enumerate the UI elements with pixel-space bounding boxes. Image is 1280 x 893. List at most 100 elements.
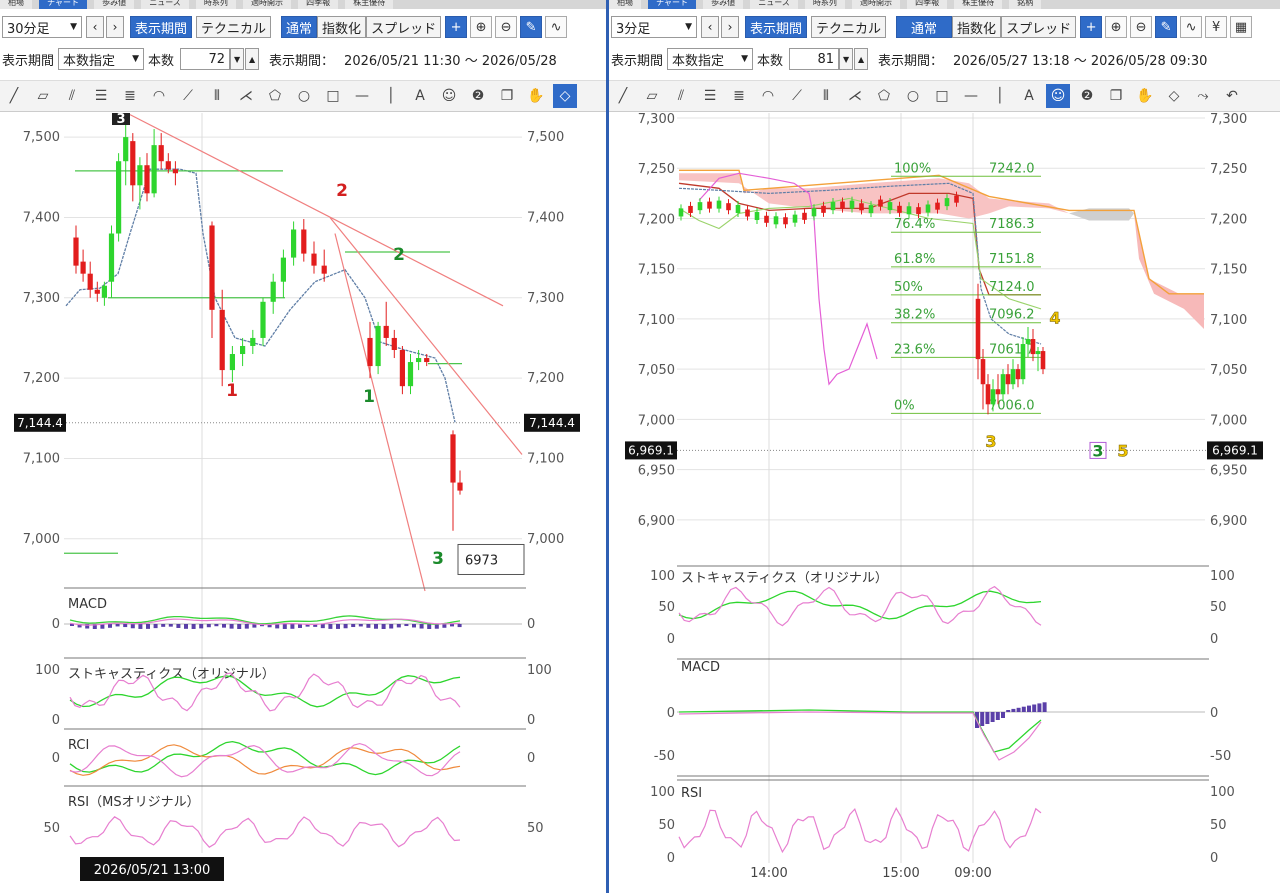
right-chart-area[interactable]: 6,900 6,900 6,950 6,950 7,000 7,000 7,050 7,050… xyxy=(609,113,1280,893)
crosshair-plus-icon[interactable]: + xyxy=(445,16,468,38)
tab-disclosure[interactable]: 適時開示 xyxy=(243,0,291,9)
yen-icon[interactable]: ¥ xyxy=(1205,16,1228,38)
text-icon[interactable]: A xyxy=(1017,84,1041,108)
fan-icon[interactable]: ◠ xyxy=(756,84,780,108)
tab-shikiho[interactable]: 四季報 xyxy=(907,0,948,9)
macd-histogram-bar xyxy=(442,624,447,628)
ruler-icon[interactable]: ▱ xyxy=(31,84,55,108)
multi-lines-icon[interactable]: ≣ xyxy=(118,84,142,108)
tab-quote[interactable]: 相場 xyxy=(0,0,32,9)
zoom-out-icon[interactable]: ⊖ xyxy=(1130,16,1153,38)
next-button[interactable]: › xyxy=(106,16,124,38)
timeframe-select[interactable]: 3分足 ▼ xyxy=(611,16,697,38)
horizontal-lines-icon[interactable]: ☰ xyxy=(698,84,722,108)
count-down-icon[interactable]: ▼ xyxy=(230,48,245,70)
tab-timeseries[interactable]: 時系列 xyxy=(195,0,236,9)
pentagon-icon[interactable]: ⬠ xyxy=(263,84,287,108)
tab-stock[interactable]: 銘柄 xyxy=(1009,0,1042,9)
tab-news[interactable]: ニュース xyxy=(141,0,189,9)
tab-chart[interactable]: チャート xyxy=(39,0,88,9)
undo-icon[interactable]: ↶ xyxy=(1220,84,1244,108)
tab-benefits[interactable]: 株主優待 xyxy=(954,0,1003,9)
pentagon-icon[interactable]: ⬠ xyxy=(872,84,896,108)
hline-icon[interactable]: — xyxy=(350,84,374,108)
count-up-icon[interactable]: ▲ xyxy=(854,48,869,70)
pitchfork-icon[interactable]: ⋌ xyxy=(234,84,258,108)
eraser-icon[interactable]: ◇ xyxy=(1162,84,1186,108)
technical-button[interactable]: テクニカル xyxy=(811,16,887,38)
timeframe-select[interactable]: 30分足 ▼ xyxy=(2,16,82,38)
tab-disclosure[interactable]: 適時開示 xyxy=(852,0,900,9)
next-button[interactable]: › xyxy=(721,16,739,38)
tab-shikiho[interactable]: 四季報 xyxy=(298,0,339,9)
period-mode-select[interactable]: 本数指定 ▼ xyxy=(58,48,145,70)
copy-icon[interactable]: ❐ xyxy=(1104,84,1128,108)
pitchfork-icon[interactable]: ⋌ xyxy=(843,84,867,108)
index-button[interactable]: 指数化 xyxy=(952,16,1002,38)
technical-button[interactable]: テクニカル xyxy=(196,16,272,38)
rsi-tick-right: 50 xyxy=(1210,818,1227,833)
zoom-in-icon[interactable]: ⊕ xyxy=(470,16,493,38)
vline-icon[interactable]: │ xyxy=(988,84,1012,108)
rectangle-icon[interactable]: □ xyxy=(321,84,345,108)
fib-tool-icon[interactable]: ⤳ xyxy=(1191,84,1215,108)
ruler-icon[interactable]: ▱ xyxy=(640,84,664,108)
tab-ticks[interactable]: 歩み値 xyxy=(94,0,135,9)
circle-icon[interactable]: ○ xyxy=(901,84,925,108)
trendline-icon[interactable]: ╱ xyxy=(611,84,635,108)
stamp-icon[interactable]: ❷ xyxy=(466,84,490,108)
stamp-icon[interactable]: ❷ xyxy=(1075,84,1099,108)
fan-icon[interactable]: ◠ xyxy=(147,84,171,108)
period-mode-select[interactable]: 本数指定 ▼ xyxy=(667,48,754,70)
eraser-icon[interactable]: ◇ xyxy=(553,84,577,108)
hline-icon[interactable]: — xyxy=(959,84,983,108)
crosshair-plus-icon[interactable]: + xyxy=(1080,16,1103,38)
index-button[interactable]: 指数化 xyxy=(317,16,367,38)
zoom-in-icon[interactable]: ⊕ xyxy=(1105,16,1128,38)
count-up-icon[interactable]: ▲ xyxy=(245,48,260,70)
grid-icon[interactable]: ▦ xyxy=(1230,16,1253,38)
rectangle-icon[interactable]: □ xyxy=(930,84,954,108)
chart-wave-icon[interactable]: ∿ xyxy=(545,16,568,38)
gann-fan-icon[interactable]: ⟋ xyxy=(176,84,200,108)
zoom-out-icon[interactable]: ⊖ xyxy=(495,16,518,38)
normal-button[interactable]: 通常 xyxy=(896,16,953,38)
chart-wave-icon[interactable]: ∿ xyxy=(1180,16,1203,38)
tab-quote[interactable]: 相場 xyxy=(609,0,641,9)
spread-button[interactable]: スプレッド xyxy=(366,16,442,38)
parallel-lines-icon[interactable]: ⫽ xyxy=(669,84,693,108)
circle-icon[interactable]: ○ xyxy=(292,84,316,108)
left-chart-area[interactable]: 7,000 7,000 7,100 7,100 7,200 7,200 7,300 7,300… xyxy=(0,113,606,893)
multi-lines-icon[interactable]: ≣ xyxy=(727,84,751,108)
text-icon[interactable]: A xyxy=(408,84,432,108)
display-period-button[interactable]: 表示期間 xyxy=(130,16,193,38)
hand-icon[interactable]: ✋ xyxy=(524,84,548,108)
normal-button[interactable]: 通常 xyxy=(281,16,318,38)
vline-icon[interactable]: │ xyxy=(379,84,403,108)
prev-button[interactable]: ‹ xyxy=(701,16,719,38)
pencil-icon[interactable]: ✎ xyxy=(520,16,543,38)
hand-icon[interactable]: ✋ xyxy=(1133,84,1157,108)
display-period-button[interactable]: 表示期間 xyxy=(745,16,808,38)
gann-fan-icon[interactable]: ⟋ xyxy=(785,84,809,108)
tab-ticks[interactable]: 歩み値 xyxy=(703,0,744,9)
emoji-icon[interactable]: ☺ xyxy=(1046,84,1070,108)
tab-news[interactable]: ニュース xyxy=(750,0,798,9)
tab-benefits[interactable]: 株主優待 xyxy=(345,0,394,9)
pencil-icon[interactable]: ✎ xyxy=(1155,16,1178,38)
count-down-icon[interactable]: ▼ xyxy=(839,48,854,70)
horizontal-lines-icon[interactable]: ☰ xyxy=(89,84,113,108)
y-tick-label-left: 7,200 xyxy=(23,371,60,386)
parallel-lines-icon[interactable]: ⫽ xyxy=(60,84,84,108)
count-input[interactable]: 81 xyxy=(789,48,840,70)
vertical-lines-icon[interactable]: ⦀ xyxy=(814,84,838,108)
tab-timeseries[interactable]: 時系列 xyxy=(804,0,845,9)
emoji-icon[interactable]: ☺ xyxy=(437,84,461,108)
vertical-lines-icon[interactable]: ⦀ xyxy=(205,84,229,108)
trendline-icon[interactable]: ╱ xyxy=(2,84,26,108)
copy-icon[interactable]: ❐ xyxy=(495,84,519,108)
count-input[interactable]: 72 xyxy=(180,48,231,70)
spread-button[interactable]: スプレッド xyxy=(1001,16,1077,38)
prev-button[interactable]: ‹ xyxy=(86,16,104,38)
tab-chart[interactable]: チャート xyxy=(648,0,697,9)
